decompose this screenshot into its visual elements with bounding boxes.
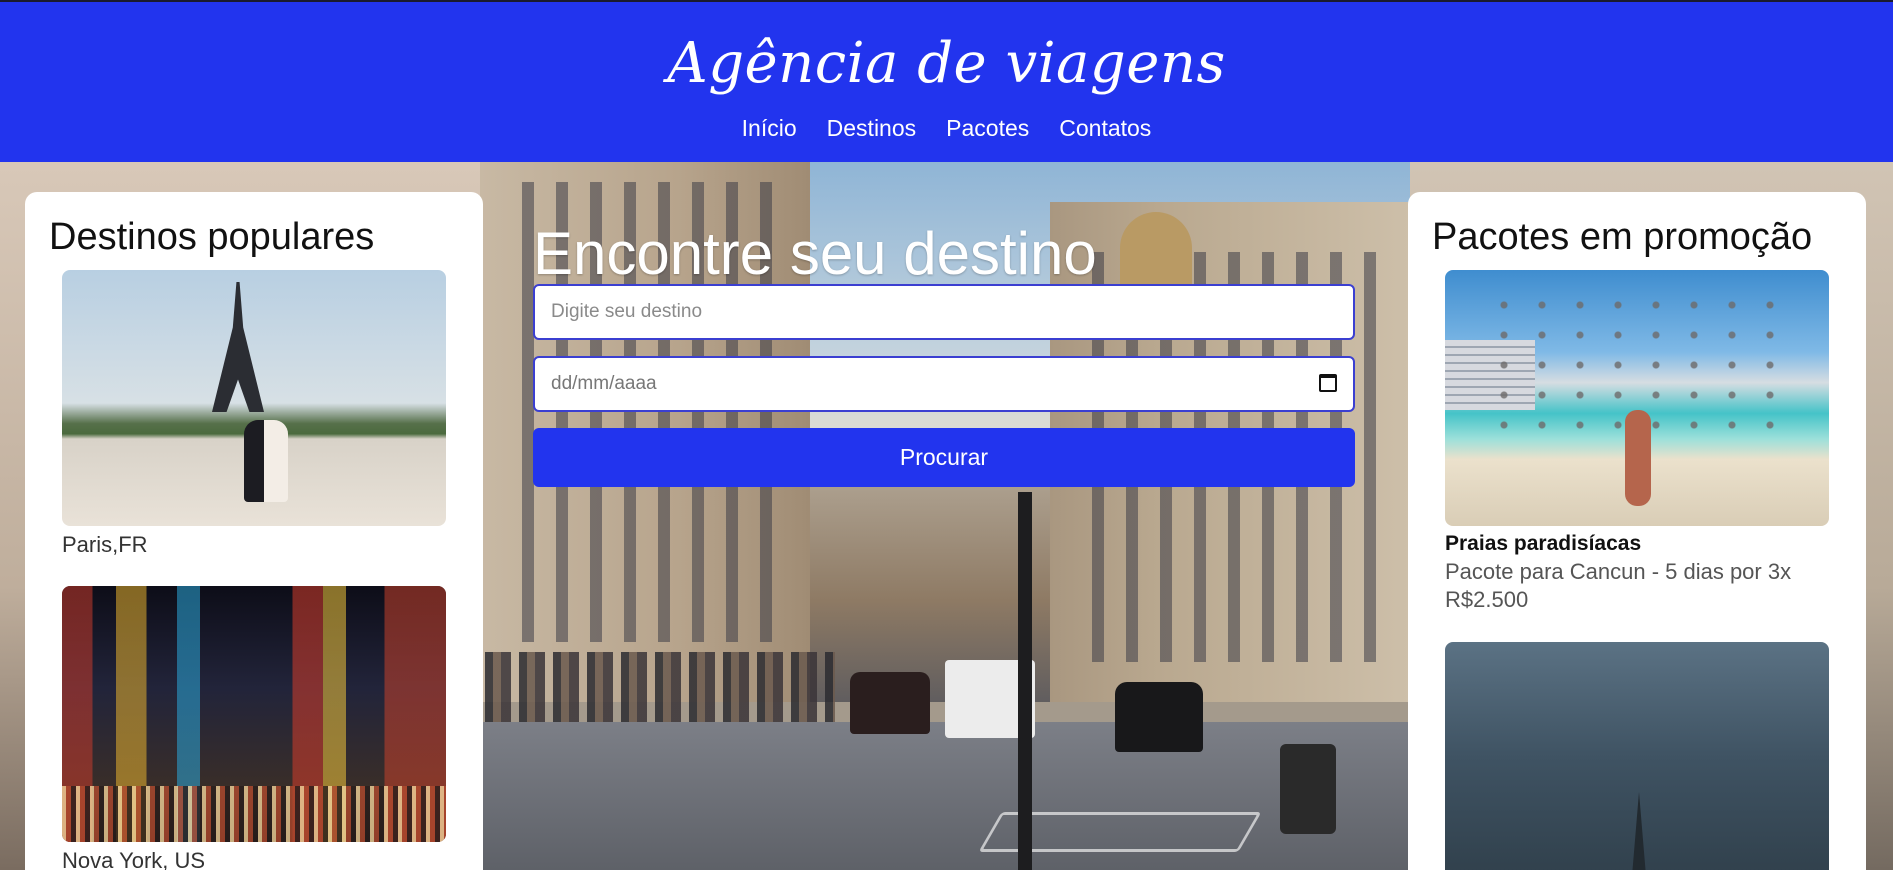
destination-placeholder: Digite seu destino <box>551 301 703 322</box>
calendar-icon[interactable] <box>1319 374 1337 392</box>
date-placeholder: dd/mm/aaaa <box>551 373 657 394</box>
nav-link-pacotes[interactable]: Pacotes <box>946 112 1029 144</box>
dome <box>1120 212 1192 292</box>
package-description: Pacote para Cancun - 5 dias por 3x R$2.5… <box>1445 559 1792 612</box>
taxi <box>1115 682 1203 752</box>
car <box>850 672 930 734</box>
promotions-title: Pacotes em promoção <box>1432 216 1813 258</box>
cancun-beach-image[interactable] <box>1445 270 1829 526</box>
trash-bin <box>1280 744 1336 834</box>
lamp-post <box>1018 492 1032 870</box>
seagulls <box>1485 290 1785 430</box>
nav-link-contatos[interactable]: Contatos <box>1059 112 1151 144</box>
main-nav: Início Destinos Pacotes Contatos <box>0 112 1893 144</box>
popular-destinations-panel: Destinos populares Paris,FR Nova York, U… <box>25 192 483 870</box>
search-button[interactable]: Procurar <box>533 428 1355 487</box>
date-input[interactable]: dd/mm/aaaa <box>533 356 1355 412</box>
popular-destinations-title: Destinos populares <box>49 216 375 258</box>
paris-image[interactable] <box>62 270 446 526</box>
promotions-panel: Pacotes em promoção Praias paradisíacas … <box>1408 192 1866 870</box>
nav-link-inicio[interactable]: Início <box>742 112 797 144</box>
package-image-2[interactable] <box>1445 642 1829 870</box>
destination-caption-paris: Paris,FR <box>62 532 148 557</box>
package-title: Praias paradisíacas <box>1445 532 1642 555</box>
beach-person <box>1625 410 1651 506</box>
street-lights <box>62 786 446 842</box>
eiffel-tower <box>212 282 264 412</box>
new-york-image[interactable] <box>62 586 446 842</box>
brand-title: Agência de viagens <box>667 31 1226 96</box>
search-heading: Encontre seu destino <box>533 220 1097 287</box>
nav-link-destinos[interactable]: Destinos <box>827 112 916 144</box>
road <box>480 722 1410 870</box>
destination-caption-new-york: Nova York, US <box>62 848 206 870</box>
church-spire <box>1629 792 1649 870</box>
destination-input[interactable]: Digite seu destino <box>533 284 1355 340</box>
crowd <box>485 652 835 722</box>
couple <box>244 420 288 502</box>
site-header: Agência de viagens Início Destinos Pacot… <box>0 0 1893 162</box>
